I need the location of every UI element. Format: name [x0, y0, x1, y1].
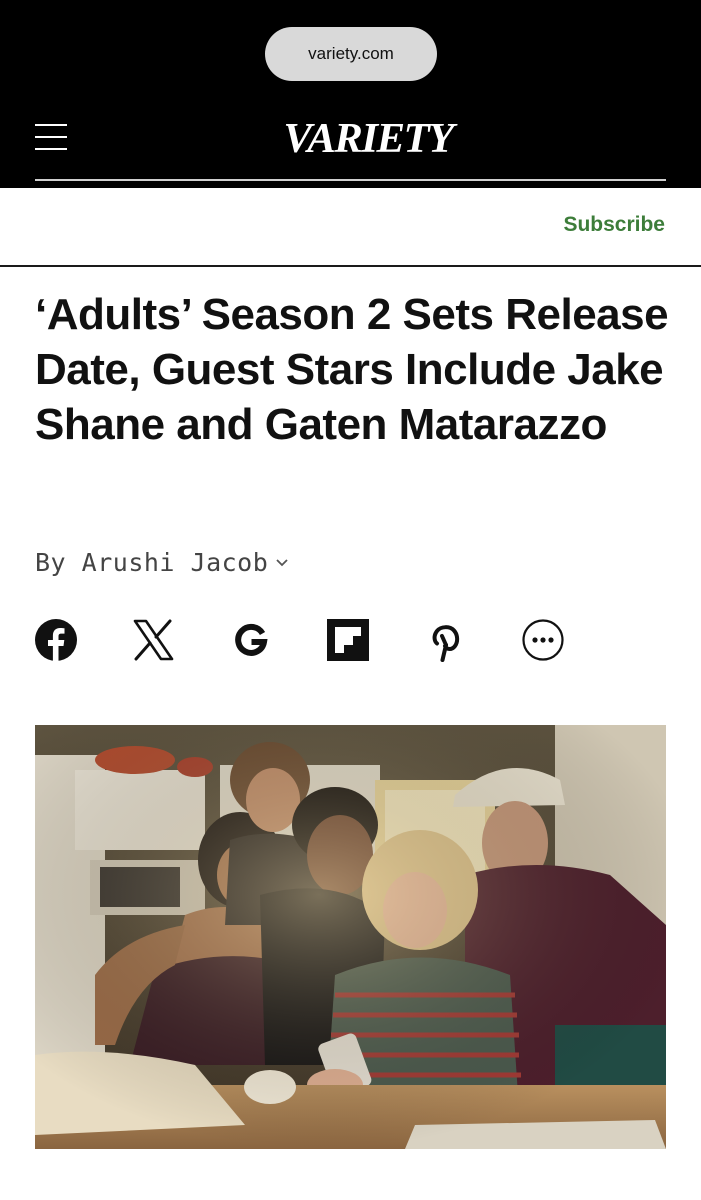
google-icon[interactable]: [229, 618, 273, 662]
article-photo: [35, 725, 666, 1149]
flipboard-icon[interactable]: [326, 618, 370, 662]
url-bar[interactable]: variety.com: [265, 27, 437, 81]
byline: By Arushi Jacob: [35, 544, 288, 577]
more-icon[interactable]: [521, 618, 565, 662]
menu-icon[interactable]: [35, 124, 67, 151]
subscribe-link[interactable]: Subscribe: [563, 213, 665, 237]
article-headline: ‘Adults’ Season 2 Sets Release Date, Gue…: [35, 290, 669, 449]
x-icon[interactable]: [131, 618, 175, 662]
divider: [35, 179, 666, 181]
chevron-down-icon[interactable]: [276, 544, 288, 573]
variety-logo[interactable]: VARIETY: [283, 113, 454, 165]
facebook-icon[interactable]: [34, 618, 78, 662]
top-bar: variety.com VARIETY: [0, 0, 701, 188]
byline-prefix: By: [35, 548, 67, 577]
author-link[interactable]: Arushi Jacob: [82, 548, 269, 577]
pinterest-icon[interactable]: [424, 618, 468, 662]
divider: [0, 265, 701, 267]
